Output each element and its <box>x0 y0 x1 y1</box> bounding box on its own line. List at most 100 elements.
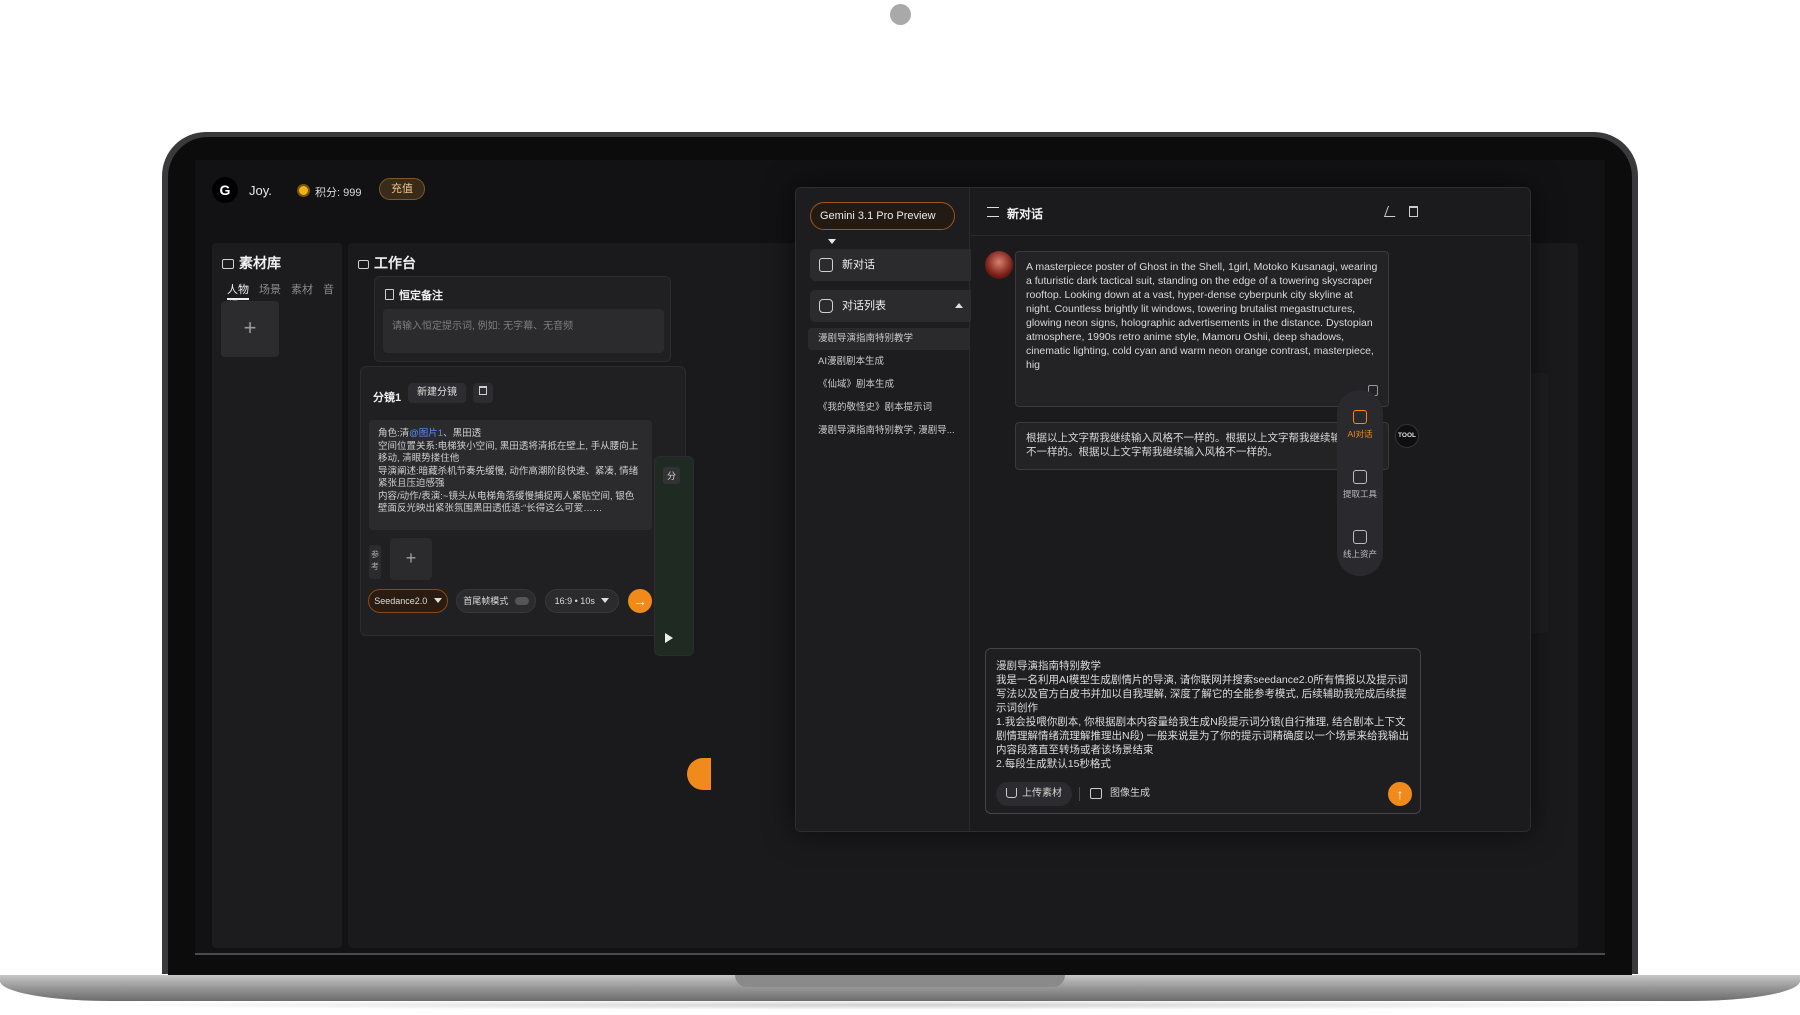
recharge-button[interactable]: 充值 <box>379 178 425 200</box>
ratio-duration-dropdown[interactable]: 16:9 • 10s <box>545 589 619 613</box>
model-select-label: Gemini 3.1 Pro Preview <box>820 210 936 222</box>
next-shot-preview[interactable]: 分 <box>654 456 694 656</box>
assistant-message-text: A masterpiece poster of Ghost in the She… <box>1026 261 1378 371</box>
fixed-note-card: 恒定备注 请输入恒定提示词, 例如: 无字幕、无音频 <box>374 276 671 362</box>
menu-icon[interactable] <box>987 207 999 217</box>
points-label: 积分: 999 <box>315 187 362 199</box>
conversation-item[interactable]: 漫剧导演指南特别教学 <box>808 328 970 350</box>
chevron-down-icon <box>433 598 442 603</box>
folder-icon <box>222 259 234 269</box>
tab-characters[interactable]: 人物 <box>227 284 249 300</box>
library-title-text: 素材库 <box>239 255 281 271</box>
script-line: 导演阐述:暗藏杀机节奏先缓慢, 动作高潮阶段快速、紧凑, 情绪紧张且压迫感强 <box>378 465 639 490</box>
ratio-duration-label: 16:9 • 10s <box>554 596 595 606</box>
library-title: 素材库 <box>222 253 281 273</box>
shot-card: 分镜1 新建分镜 角色:清@图片1、黑田透 空间位置关系:电梯狭小空间, 黑田透… <box>360 366 686 636</box>
conversation-item[interactable]: 《我的敬怪史》剧本提示词 <box>808 397 970 419</box>
note-icon <box>385 289 394 300</box>
toggle-switch[interactable] <box>514 597 529 605</box>
chat-composer[interactable]: 漫剧导演指南特别教学 我是一名利用AI模型生成剧情片的导演, 请你联网并搜索se… <box>985 648 1421 814</box>
script-line: 空间位置关系:电梯狭小空间, 黑田透将清抵在壁上, 手从腰向上移动, 清眼势搂住… <box>378 440 639 465</box>
add-asset-button[interactable]: + <box>221 301 279 357</box>
new-chat-button[interactable]: 新对话 <box>810 249 975 281</box>
image-icon <box>1090 788 1102 799</box>
model-select[interactable]: Gemini 3.1 Pro Preview <box>810 202 955 244</box>
fixed-note-title-text: 恒定备注 <box>399 290 443 302</box>
chevron-down-icon <box>601 598 610 603</box>
script-line: 、黑田透 <box>443 428 482 439</box>
assistant-message: A masterpiece poster of Ghost in the She… <box>1015 251 1389 407</box>
shot-label: 分镜1 <box>373 392 402 404</box>
conversation-item[interactable]: 《仙域》剧本生成 <box>808 374 970 396</box>
keyframe-mode-label: 首尾帧模式 <box>463 596 509 606</box>
conversation-list-label: 对话列表 <box>842 300 886 312</box>
ai-chat-icon <box>1353 410 1367 424</box>
add-reference-button[interactable]: + <box>390 538 432 580</box>
model-dropdown-label: Seedance2.0 <box>374 596 428 606</box>
workbench-title-text: 工作台 <box>374 255 416 271</box>
toolbar-divider <box>1079 787 1080 801</box>
floating-action-tab[interactable] <box>687 758 711 790</box>
chat-sidebar: Gemini 3.1 Pro Preview 新对话 对话列表 漫剧导演指南特别… <box>796 188 975 831</box>
tab-materials[interactable]: 素材 <box>291 284 313 296</box>
script-line: 内容/动作/表演:~镜头从电梯角落缓慢捕捉两人紧贴空间, 银色壁面反光映出紧张氛… <box>378 490 635 515</box>
generate-arrow-button[interactable]: → <box>628 589 652 613</box>
image-reference-link[interactable]: @图片1 <box>409 428 443 439</box>
rail-extract-tool[interactable]: 提取工具 <box>1337 470 1383 500</box>
library-panel: 素材库 人物场景素材音频 + <box>212 243 342 948</box>
delete-shot-button[interactable] <box>473 383 493 403</box>
screen-edge <box>195 953 1605 955</box>
shot-script-input[interactable]: 角色:清@图片1、黑田透 空间位置关系:电梯狭小空间, 黑田透将清抵在壁上, 手… <box>369 420 652 530</box>
rail-online-assets[interactable]: 线上资产 <box>1337 530 1383 560</box>
conversation-item[interactable]: AI漫剧剧本生成 <box>808 351 970 373</box>
coin-icon <box>297 184 310 197</box>
workbench-title: 工作台 <box>358 253 416 273</box>
chevron-up-icon <box>955 303 963 308</box>
ai-chat-panel: Gemini 3.1 Pro Preview 新对话 对话列表 漫剧导演指南特别… <box>795 187 1531 832</box>
chat-bubble-icon <box>819 299 833 313</box>
keyframe-mode-toggle[interactable]: 首尾帧模式 <box>456 589 536 613</box>
chevron-down-icon <box>828 239 836 244</box>
next-shot-tag: 分 <box>663 467 681 484</box>
chat-main: 新对话 A masterpiece poster of Ghost in the… <box>971 188 1530 831</box>
app-screen: G Joy. 积分: 999 充值 素材库 人物场景素材音频 + 工作台 恒定备… <box>195 160 1605 955</box>
username: Joy. <box>249 183 272 198</box>
conversation-list-toggle[interactable]: 对话列表 <box>810 290 975 322</box>
upload-material-label: 上传素材 <box>1022 788 1062 799</box>
delete-chat-icon[interactable] <box>1409 206 1418 217</box>
image-generation-button[interactable]: 图像生成 <box>1084 782 1154 806</box>
edit-icon <box>819 258 833 272</box>
online-assets-icon <box>1353 530 1367 544</box>
chat-header: 新对话 <box>971 188 1530 236</box>
tool-badge: TOOL <box>1395 424 1419 448</box>
conversation-item[interactable]: 漫剧导演指南特别教学, 漫剧导... <box>808 420 970 442</box>
laptop-mockup: G Joy. 积分: 999 充值 素材库 人物场景素材音频 + 工作台 恒定备… <box>0 0 1800 1015</box>
chat-title: 新对话 <box>1007 207 1044 221</box>
send-button[interactable]: ↑ <box>1388 782 1412 806</box>
right-tool-rail: AI对话 提取工具 线上资产 <box>1337 390 1383 576</box>
user-message-text: 根据以上文字帮我继续输入风格不一样的。根据以上文字帮我继续输入风格不一样的。根据… <box>1026 432 1373 458</box>
new-chat-label: 新对话 <box>842 259 875 271</box>
rail-ai-chat[interactable]: AI对话 <box>1337 410 1383 440</box>
webcam <box>890 4 911 25</box>
reference-tag: 参考 <box>369 545 381 579</box>
tab-scenes[interactable]: 场景 <box>259 284 281 296</box>
rail-online-assets-label: 线上资产 <box>1342 549 1377 559</box>
extract-tool-icon <box>1353 470 1367 484</box>
trash-icon <box>479 386 487 395</box>
model-dropdown[interactable]: Seedance2.0 <box>368 589 448 613</box>
play-icon[interactable] <box>665 633 673 643</box>
rail-ai-chat-label: AI对话 <box>1347 429 1373 439</box>
app-logo-icon[interactable]: G <box>212 177 238 203</box>
user-message: 根据以上文字帮我继续输入风格不一样的。根据以上文字帮我继续输入风格不一样的。根据… <box>1015 422 1389 470</box>
upload-icon <box>1006 788 1017 798</box>
workbench-icon <box>358 260 369 269</box>
script-line: 角色:清 <box>378 428 410 439</box>
new-shot-button[interactable]: 新建分镜 <box>408 383 466 403</box>
upload-material-button[interactable]: 上传素材 <box>996 782 1072 806</box>
image-generation-label: 图像生成 <box>1110 788 1150 799</box>
edit-title-icon[interactable] <box>1383 206 1400 217</box>
fixed-note-input[interactable]: 请输入恒定提示词, 例如: 无字幕、无音频 <box>383 309 664 353</box>
assistant-avatar <box>985 251 1013 279</box>
composer-input[interactable]: 漫剧导演指南特别教学 我是一名利用AI模型生成剧情片的导演, 请你联网并搜索se… <box>996 659 1411 771</box>
